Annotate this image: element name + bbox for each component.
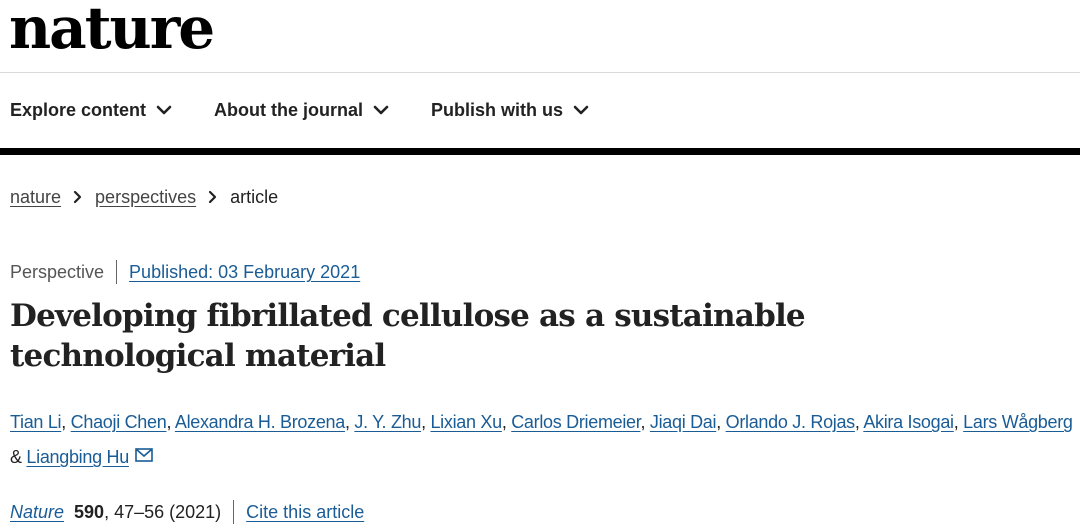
author-link[interactable]: J. Y. Zhu xyxy=(354,412,421,432)
chevron-right-icon xyxy=(73,190,83,204)
nav-publish-with-us-label: Publish with us xyxy=(431,100,564,120)
email-icon[interactable] xyxy=(135,448,153,463)
header-divider xyxy=(0,72,1080,73)
chevron-down-icon xyxy=(373,104,389,116)
author-link[interactable]: Chaoji Chen xyxy=(71,412,167,432)
author-link[interactable]: Alexandra H. Brozena xyxy=(175,412,345,432)
author-link[interactable]: Jiaqi Dai xyxy=(650,412,717,432)
nav-explore-content[interactable]: Explore content xyxy=(10,96,172,124)
cite-this-article-link[interactable]: Cite this article xyxy=(246,498,364,526)
nav-divider xyxy=(0,148,1080,155)
nav-about-the-journal-label: About the journal xyxy=(214,100,364,120)
published-date-link[interactable]: Published: 03 February 2021 xyxy=(129,258,360,286)
pages-year: , 47–56 (2021) xyxy=(104,502,222,522)
nature-logo[interactable]: nature xyxy=(9,0,215,64)
breadcrumb-article: article xyxy=(230,187,279,207)
article-meta: Perspective Published: 03 February 2021 xyxy=(10,258,360,286)
nav-publish-with-us[interactable]: Publish with us xyxy=(431,96,589,124)
author-link[interactable]: Carlos Driemeier xyxy=(511,412,641,432)
chevron-down-icon xyxy=(156,104,172,116)
nav-explore-content-label: Explore content xyxy=(10,100,147,120)
chevron-right-icon xyxy=(208,190,218,204)
author-list: Tian Li, Chaoji Chen, Alexandra H. Broze… xyxy=(10,412,1073,467)
volume-number: 590 xyxy=(74,502,105,522)
author-link[interactable]: Lixian Xu xyxy=(430,412,502,432)
citation-line: Nature 590 , 47–56 (2021) Cite this arti… xyxy=(10,498,364,526)
corresponding-author-link[interactable]: Liangbing Hu xyxy=(26,447,129,467)
breadcrumb-perspectives[interactable]: perspectives xyxy=(95,183,196,211)
main-nav: Explore content About the journal Publis… xyxy=(10,96,631,124)
article-type: Perspective xyxy=(10,262,105,282)
author-link[interactable]: Akira Isogai xyxy=(863,412,954,432)
article-title: Developing fibrillated cellulose as a su… xyxy=(10,298,806,374)
breadcrumb: nature perspectives article xyxy=(10,183,278,211)
journal-link[interactable]: Nature xyxy=(10,498,64,526)
meta-divider xyxy=(116,260,118,284)
author-link[interactable]: Orlando J. Rojas xyxy=(726,412,856,432)
chevron-down-icon xyxy=(573,104,589,116)
author-link[interactable]: Lars Wågberg xyxy=(963,412,1073,432)
nav-about-the-journal[interactable]: About the journal xyxy=(214,96,389,124)
breadcrumb-nature[interactable]: nature xyxy=(10,183,61,211)
cite-divider xyxy=(233,500,235,524)
author-link[interactable]: Tian Li xyxy=(10,412,62,432)
